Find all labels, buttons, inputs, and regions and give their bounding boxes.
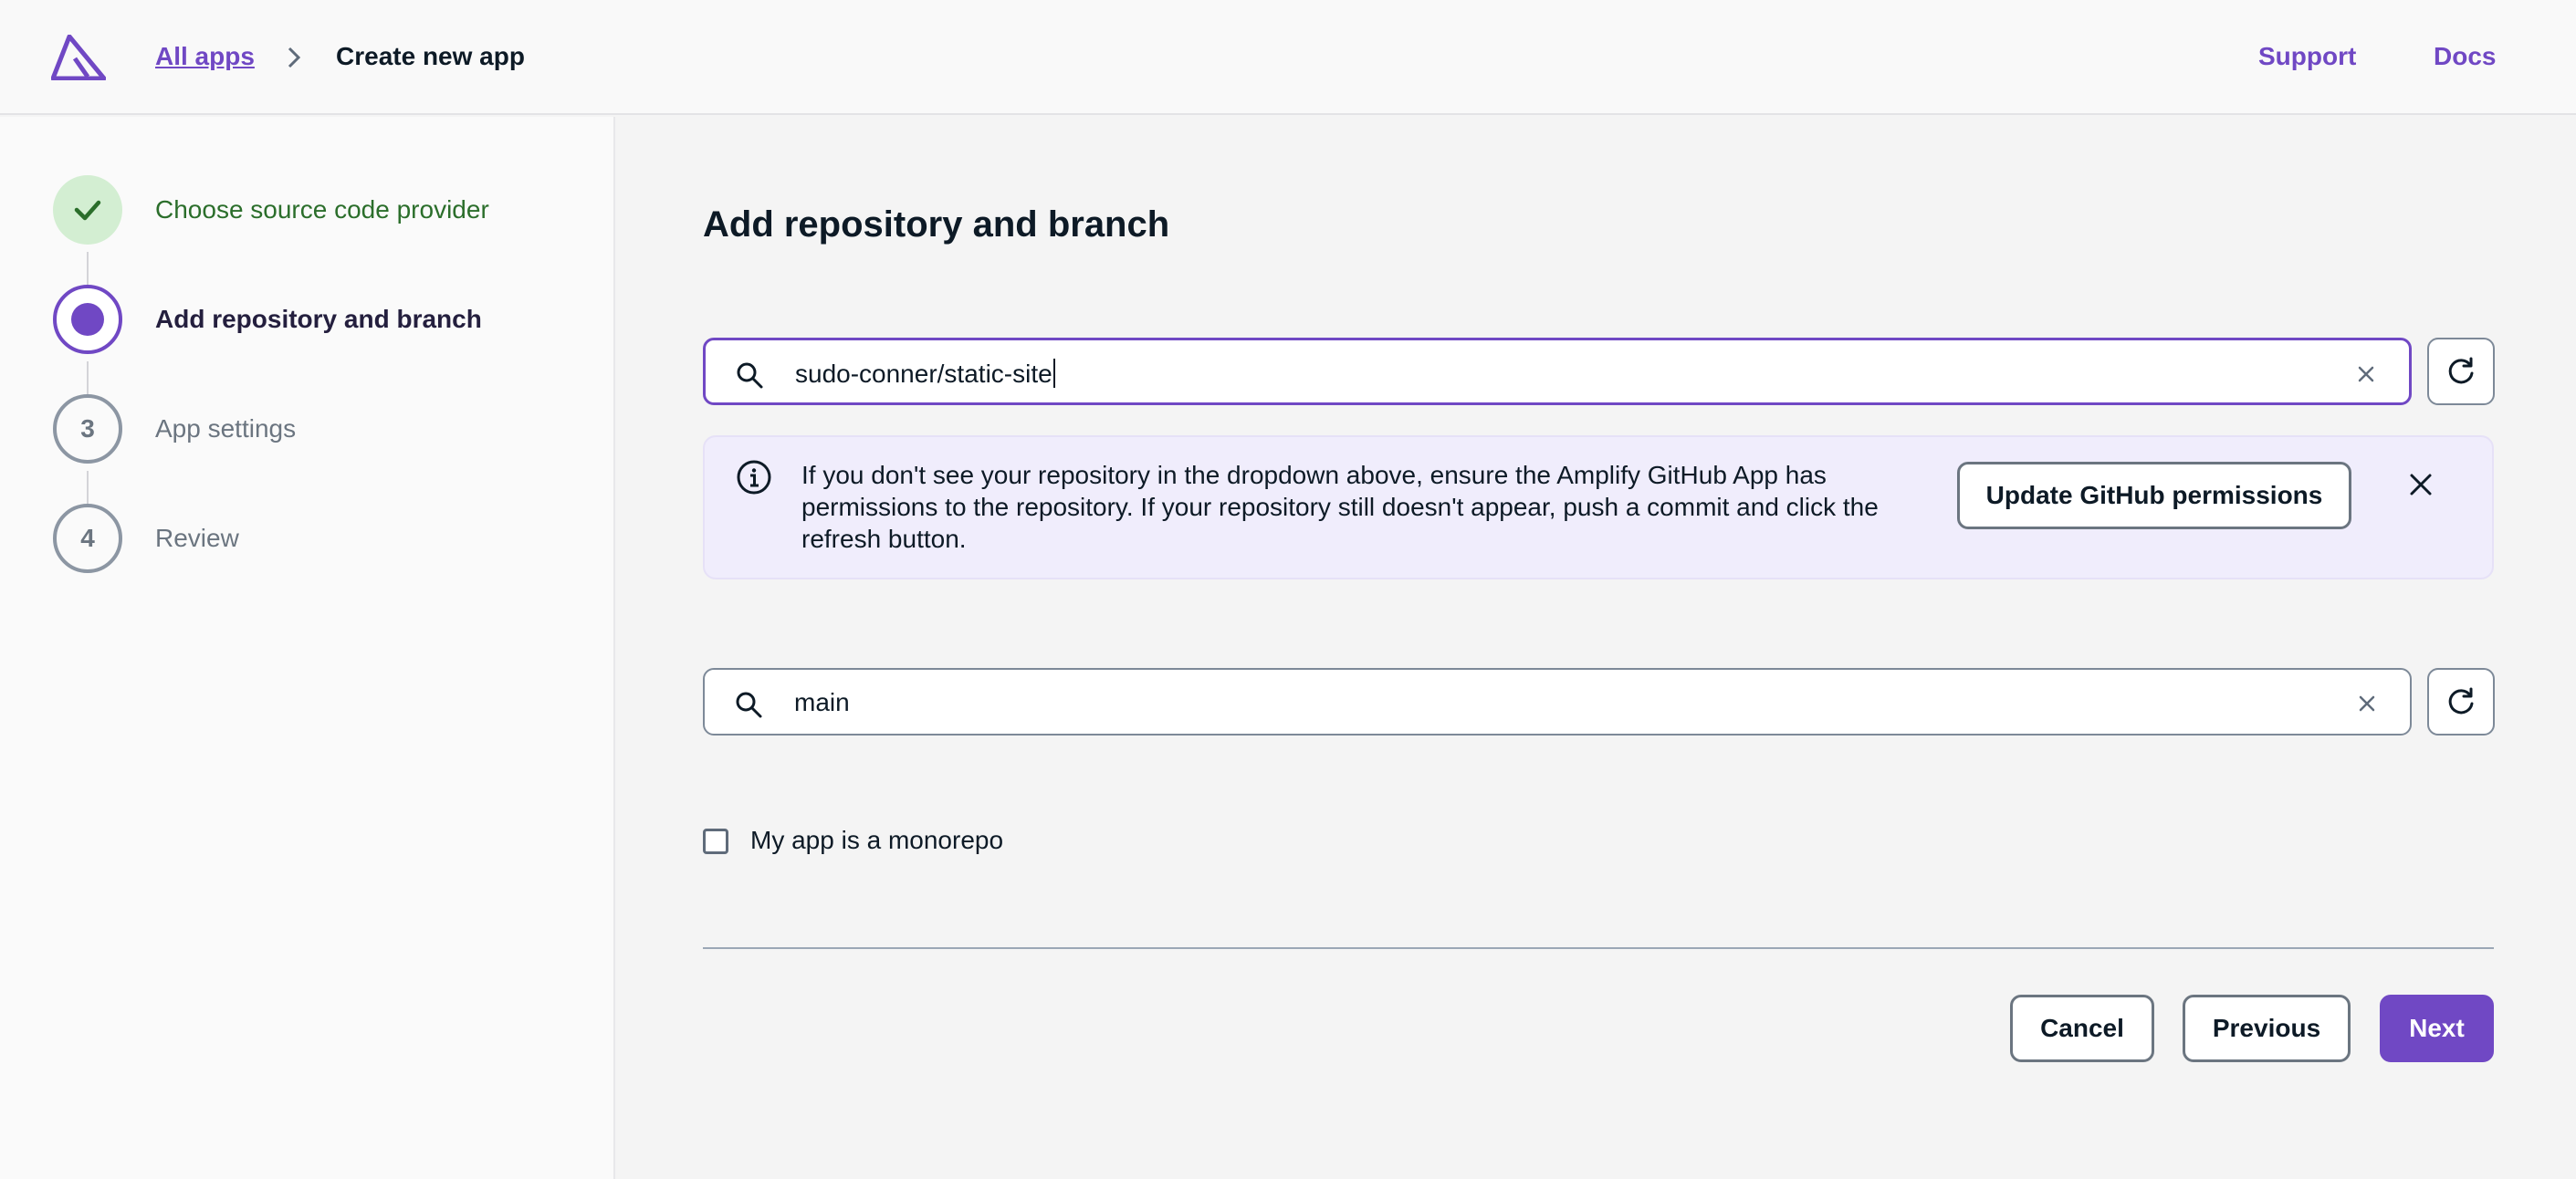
top-navigation: All apps Create new app Support Docs <box>0 0 2576 115</box>
info-message: If you don't see your repository in the … <box>801 461 1879 553</box>
support-link[interactable]: Support <box>2258 42 2356 71</box>
step-3-indicator: 3 <box>53 394 122 464</box>
amplify-logo-icon[interactable] <box>51 35 106 80</box>
clear-icon[interactable] <box>2357 694 2377 714</box>
current-step-dot <box>71 303 104 336</box>
monorepo-checkbox[interactable] <box>703 829 728 854</box>
monorepo-checkbox-label[interactable]: My app is a monorepo <box>750 826 1003 855</box>
repository-search-value[interactable]: sudo-conner/static-site <box>795 359 1055 389</box>
search-icon <box>736 692 762 718</box>
close-icon[interactable] <box>2408 472 2434 497</box>
refresh-branches-button[interactable] <box>2427 668 2495 736</box>
breadcrumb-current: Create new app <box>336 42 525 70</box>
refresh-icon <box>2448 687 2474 715</box>
repository-search-input[interactable]: sudo-conner/static-site <box>703 338 2412 405</box>
clear-icon[interactable] <box>2356 364 2376 384</box>
step-2-current-indicator <box>53 285 122 354</box>
next-button[interactable]: Next <box>2380 995 2494 1062</box>
update-github-permissions-button[interactable]: Update GitHub permissions <box>1957 462 2351 529</box>
text-caret <box>1052 359 1055 388</box>
step-2-label: Add repository and branch <box>155 305 482 333</box>
branch-search-input[interactable]: main <box>703 668 2412 736</box>
step-1-done-indicator <box>53 175 122 245</box>
cancel-button[interactable]: Cancel <box>2010 995 2154 1062</box>
info-alert: If you don't see your repository in the … <box>703 435 2494 579</box>
refresh-icon <box>2448 357 2474 384</box>
refresh-repositories-button[interactable] <box>2427 338 2495 405</box>
step-4-indicator: 4 <box>53 504 122 573</box>
info-icon <box>737 460 771 495</box>
chevron-right-icon <box>288 47 301 68</box>
previous-button[interactable]: Previous <box>2183 995 2351 1062</box>
page-title: Add repository and branch <box>703 204 1170 245</box>
search-icon <box>737 362 763 389</box>
breadcrumb-all-apps-link[interactable]: All apps <box>155 42 255 71</box>
branch-search-value[interactable]: main <box>794 688 850 717</box>
check-icon <box>74 200 101 221</box>
step-3-label: App settings <box>155 414 297 443</box>
docs-link[interactable]: Docs <box>2434 42 2496 71</box>
section-divider <box>703 947 2494 949</box>
wizard-steps-sidebar: Choose source code provider Add reposito… <box>0 117 615 1179</box>
step-4-label: Review <box>155 524 239 552</box>
step-1-label[interactable]: Choose source code provider <box>155 195 489 224</box>
